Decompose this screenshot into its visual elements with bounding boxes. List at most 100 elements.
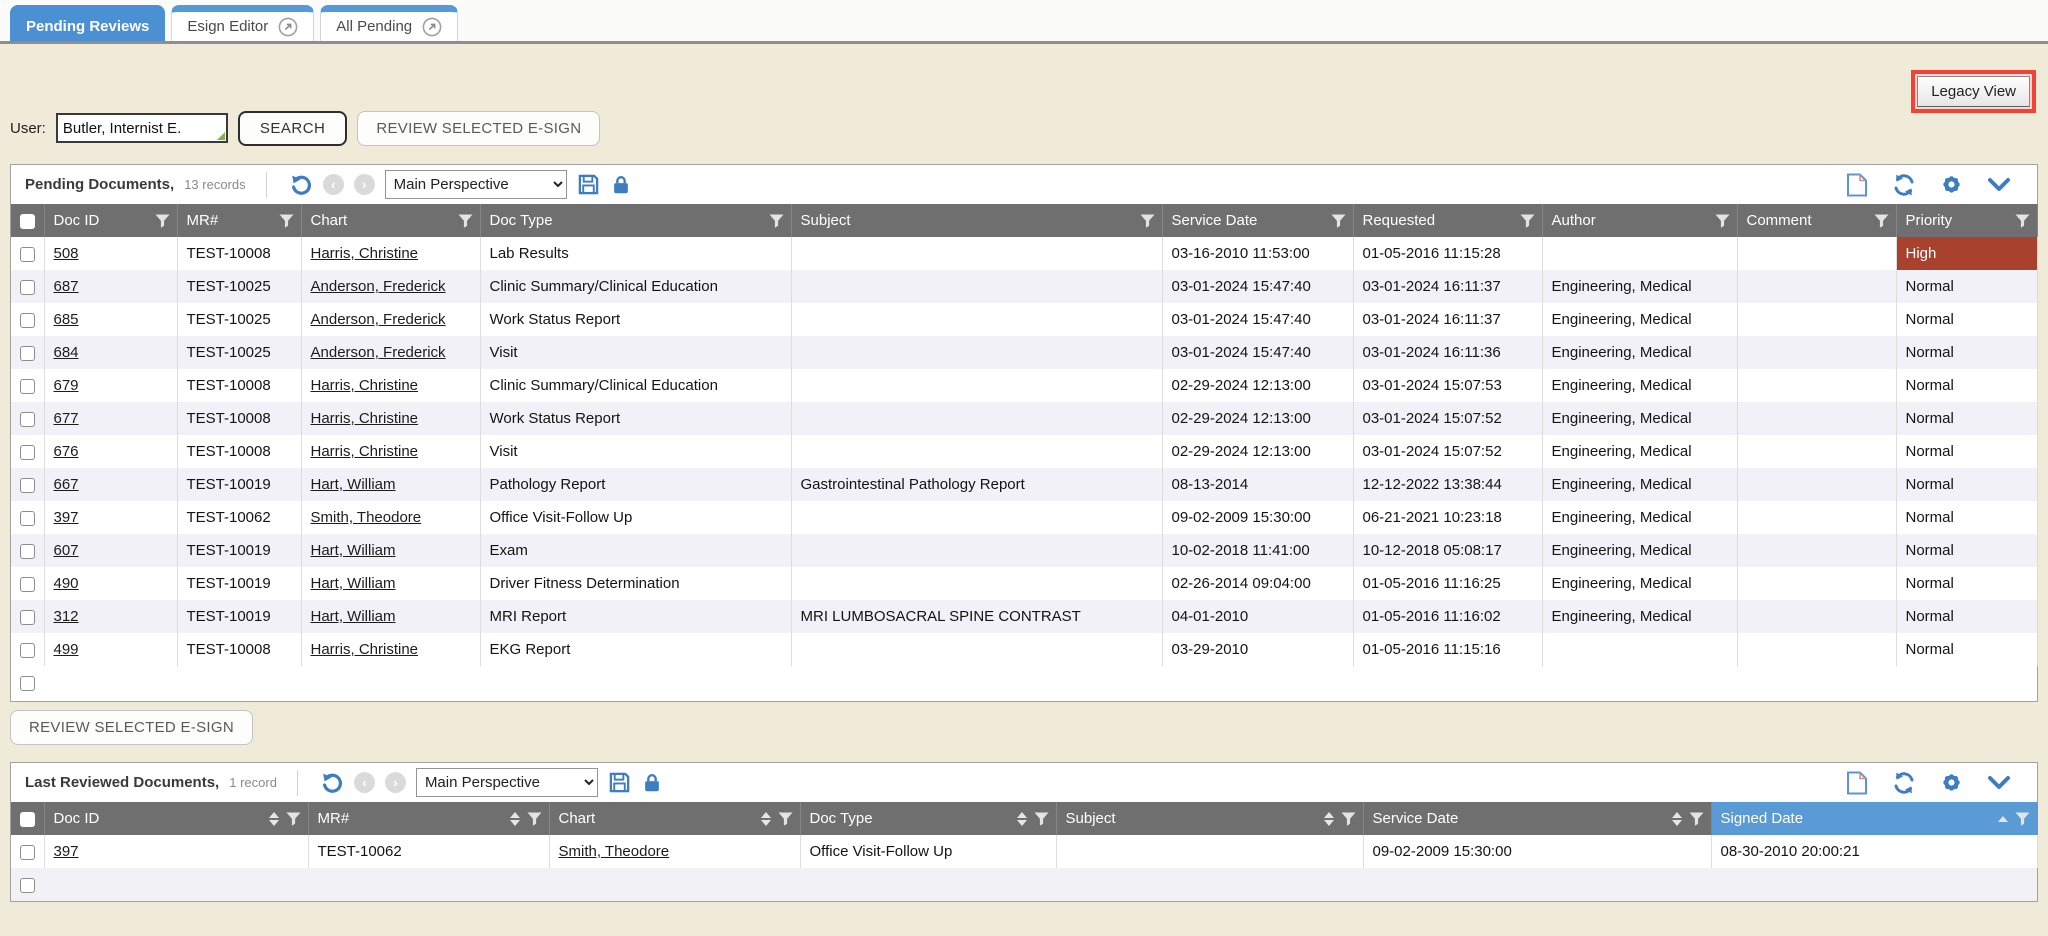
refresh-icon[interactable] (1892, 173, 1916, 197)
column-header[interactable]: Signed Date (1711, 802, 2037, 835)
review-selected-esign-button-bottom[interactable]: REVIEW SELECTED E-SIGN (10, 710, 253, 745)
chart-link[interactable]: Hart, William (311, 608, 396, 625)
column-header[interactable]: Priority (1896, 204, 2037, 237)
doc-id-link[interactable]: 397 (54, 843, 79, 860)
row-checkbox[interactable] (20, 878, 35, 893)
chart-link[interactable]: Harris, Christine (311, 245, 419, 262)
chart-link[interactable]: Hart, William (311, 575, 396, 592)
column-header[interactable]: Comment (1737, 204, 1896, 237)
doc-id-link[interactable]: 607 (54, 542, 79, 559)
new-document-icon[interactable] (1846, 173, 1868, 197)
undo-icon[interactable] (289, 173, 313, 197)
row-checkbox[interactable] (20, 346, 35, 361)
sort-icon[interactable] (1324, 812, 1334, 826)
filter-icon[interactable] (155, 214, 170, 228)
filter-icon[interactable] (2015, 214, 2030, 228)
row-checkbox[interactable] (20, 511, 35, 526)
doc-id-link[interactable]: 312 (54, 608, 79, 625)
chart-link[interactable]: Harris, Christine (311, 641, 419, 658)
row-checkbox[interactable] (20, 845, 35, 860)
settings-gear-icon[interactable] (1940, 173, 1963, 196)
lock-icon[interactable] (610, 174, 632, 196)
search-button[interactable]: SEARCH (238, 111, 348, 146)
chart-link[interactable]: Harris, Christine (311, 443, 419, 460)
sort-icon[interactable] (761, 812, 771, 826)
review-selected-esign-button-top[interactable]: REVIEW SELECTED E-SIGN (357, 111, 600, 146)
doc-id-link[interactable]: 667 (54, 476, 79, 493)
settings-gear-icon[interactable] (1940, 771, 1963, 794)
chart-link[interactable]: Hart, William (311, 542, 396, 559)
new-document-icon[interactable] (1846, 771, 1868, 795)
filter-icon[interactable] (2015, 812, 2030, 826)
column-header[interactable]: Doc Type (480, 204, 791, 237)
filter-icon[interactable] (286, 812, 301, 826)
doc-id-link[interactable]: 687 (54, 278, 79, 295)
column-header[interactable]: Doc ID (44, 204, 177, 237)
column-header[interactable]: Chart (301, 204, 480, 237)
doc-id-link[interactable]: 508 (54, 245, 79, 262)
nav-next-icon[interactable]: › (385, 772, 406, 793)
tab-pending-reviews[interactable]: Pending Reviews (10, 5, 165, 41)
row-checkbox[interactable] (20, 445, 35, 460)
filter-icon[interactable] (1140, 214, 1155, 228)
filter-icon[interactable] (769, 214, 784, 228)
filter-icon[interactable] (279, 214, 294, 228)
select-all-checkbox[interactable] (20, 214, 35, 229)
column-header[interactable]: Doc Type (800, 802, 1056, 835)
chart-link[interactable]: Harris, Christine (311, 377, 419, 394)
save-perspective-icon[interactable] (577, 173, 600, 196)
select-all-checkbox[interactable] (20, 812, 35, 827)
sort-icon[interactable] (510, 812, 520, 826)
undo-icon[interactable] (320, 771, 344, 795)
filter-icon[interactable] (1341, 812, 1356, 826)
column-header[interactable]: MR# (177, 204, 301, 237)
chart-link[interactable]: Anderson, Frederick (311, 278, 446, 295)
doc-id-link[interactable]: 676 (54, 443, 79, 460)
nav-prev-icon[interactable]: ‹ (323, 174, 344, 195)
filter-icon[interactable] (778, 812, 793, 826)
column-header[interactable]: Subject (791, 204, 1162, 237)
doc-id-link[interactable]: 397 (54, 509, 79, 526)
chart-link[interactable]: Hart, William (311, 476, 396, 493)
sort-asc-icon[interactable] (1998, 816, 2008, 822)
sort-icon[interactable] (1017, 812, 1027, 826)
row-checkbox[interactable] (20, 544, 35, 559)
doc-id-link[interactable]: 684 (54, 344, 79, 361)
column-header[interactable]: Service Date (1363, 802, 1711, 835)
chart-link[interactable]: Smith, Theodore (311, 509, 422, 526)
column-header[interactable]: Author (1542, 204, 1737, 237)
filter-icon[interactable] (1520, 214, 1535, 228)
filter-icon[interactable] (1874, 214, 1889, 228)
column-header[interactable]: Service Date (1162, 204, 1353, 237)
column-header[interactable]: Subject (1056, 802, 1363, 835)
row-checkbox[interactable] (20, 478, 35, 493)
refresh-icon[interactable] (1892, 771, 1916, 795)
sort-icon[interactable] (269, 812, 279, 826)
doc-id-link[interactable]: 499 (54, 641, 79, 658)
collapse-chevron-icon[interactable] (1987, 774, 2011, 792)
user-input[interactable] (56, 113, 228, 143)
row-checkbox[interactable] (20, 676, 35, 691)
tab-all-pending[interactable]: All Pending (320, 5, 458, 41)
chart-link[interactable]: Harris, Christine (311, 410, 419, 427)
row-checkbox[interactable] (20, 610, 35, 625)
column-header[interactable]: Chart (549, 802, 800, 835)
filter-icon[interactable] (1034, 812, 1049, 826)
doc-id-link[interactable]: 685 (54, 311, 79, 328)
lock-icon[interactable] (641, 772, 663, 794)
nav-prev-icon[interactable]: ‹ (354, 772, 375, 793)
chart-link[interactable]: Anderson, Frederick (311, 311, 446, 328)
row-checkbox[interactable] (20, 280, 35, 295)
row-checkbox[interactable] (20, 412, 35, 427)
doc-id-link[interactable]: 677 (54, 410, 79, 427)
row-checkbox[interactable] (20, 577, 35, 592)
chart-link[interactable]: Anderson, Frederick (311, 344, 446, 361)
legacy-view-button[interactable]: Legacy View (1917, 76, 2030, 107)
sort-icon[interactable] (1672, 812, 1682, 826)
doc-id-link[interactable]: 490 (54, 575, 79, 592)
collapse-chevron-icon[interactable] (1987, 176, 2011, 194)
nav-next-icon[interactable]: › (354, 174, 375, 195)
perspective-select[interactable]: Main Perspective (385, 170, 567, 199)
chart-link[interactable]: Smith, Theodore (559, 843, 670, 860)
doc-id-link[interactable]: 679 (54, 377, 79, 394)
